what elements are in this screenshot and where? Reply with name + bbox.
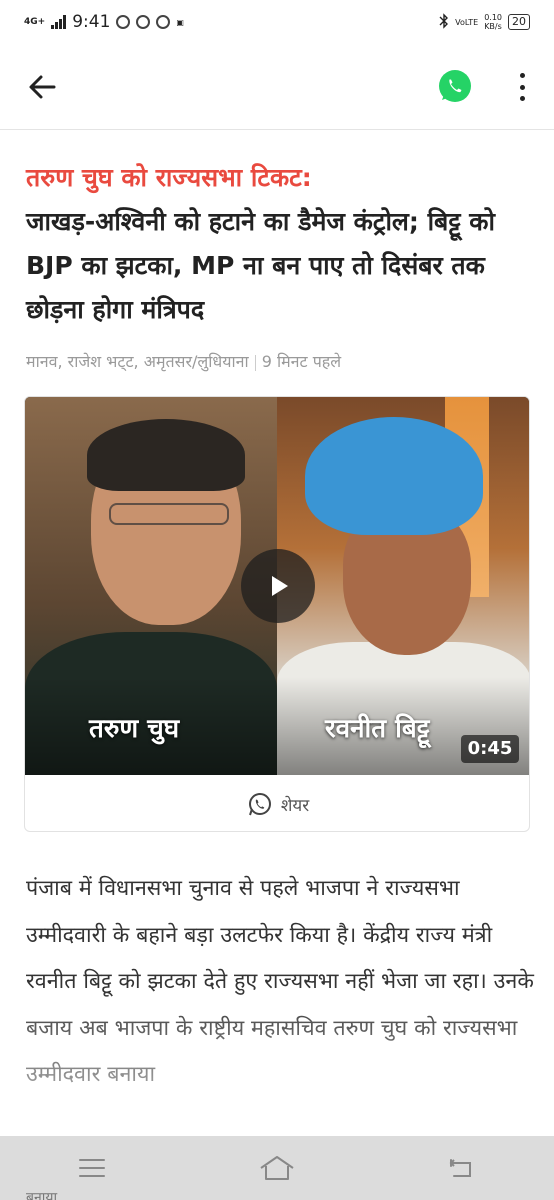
status-left: 4G+ 9:41 ▣ [24,12,184,32]
share-label: शेयर [280,795,310,816]
network-type: 4G+ [24,16,46,27]
video-player[interactable]: तरुण चुघ रवनीत बिट्टू 0:45 [25,397,529,775]
hamburger-icon [79,1159,106,1177]
home-button[interactable] [247,1148,307,1188]
net-speed: 0.10 KB/s [484,13,502,31]
back-button[interactable] [22,66,64,108]
whatsapp-share-button[interactable] [437,68,473,104]
byline-divider [254,354,256,371]
volte-indicator: VoLTE [455,17,479,27]
more-options-button[interactable] [510,70,534,104]
left-person-hair [87,419,245,491]
status-right: VoLTE 0.10 KB/s 20 [439,12,530,32]
status-bar: 4G+ 9:41 ▣ VoLTE 0.10 KB/s 20 [0,0,554,44]
system-nav-bar [0,1136,554,1200]
video-card: तरुण चुघ रवनीत बिट्टू 0:45 शेयर [24,396,530,832]
spotify-notification-icon [136,15,151,29]
play-icon [272,576,288,596]
clock: 9:41 [72,12,111,32]
body-peek-text: बनाया [26,1190,58,1200]
video-duration: 0:45 [461,735,519,763]
share-button[interactable]: शेयर [25,775,529,831]
back-nav-button[interactable] [432,1148,492,1188]
article-kicker: तरुण चुघ को राज्यसभा टिकट: [26,163,312,192]
whatsapp-outline-icon [248,793,271,816]
byline: मानव, राजेश भट्‌ट, अमृतसर/लुधियाना 9 मिनट… [26,350,536,372]
author-names[interactable]: मानव, राजेश भट्‌ट, अमृतसर/लुधियाना [26,352,249,371]
app-notification-icon: ▣ [176,17,184,27]
whatsapp-icon [439,70,471,102]
net-speed-unit: KB/s [484,22,502,31]
battery-indicator: 20 [508,14,530,30]
signal-icon [51,15,67,29]
recents-button[interactable] [62,1148,122,1188]
article-headline: जाखड़-अश्विनी को हटाने का डैमेज कंट्रोल;… [26,207,495,324]
whatsapp-notification-icon [116,15,131,29]
body-fade-overlay [0,990,554,1130]
arrow-left-icon [29,75,56,99]
published-time: 9 मिनट पहले [261,352,342,371]
bluetooth-icon [439,12,449,32]
more-vert-icon [519,73,525,78]
home-icon [260,1156,294,1180]
app-bar [0,44,554,130]
telegram-notification-icon [156,15,171,29]
left-person-name: तरुण चुघ [89,714,180,744]
glasses [109,503,229,525]
play-button[interactable] [241,549,315,623]
right-person-name: रवनीत बिट्टू [325,714,430,744]
back-icon [449,1159,471,1177]
right-person-turban [305,417,483,535]
net-speed-value: 0.10 [484,13,502,22]
